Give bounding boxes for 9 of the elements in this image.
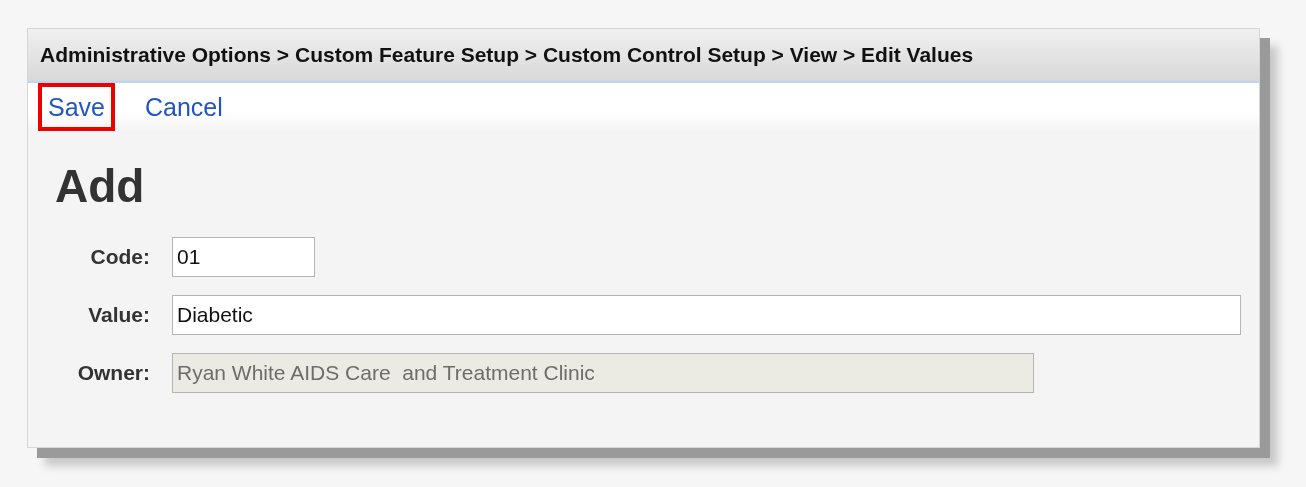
save-link[interactable]: Save — [38, 83, 115, 131]
input-field[interactable]: Diabetic — [172, 295, 1241, 335]
breadcrumb: Administrative Options > Custom Feature Setup > Custom Control Setup > View > Edit Values — [28, 29, 1259, 83]
page-heading: Add — [55, 163, 146, 209]
input-field[interactable]: 01 — [172, 237, 315, 277]
field-label: Value: — [87, 303, 150, 327]
field-label: Code: — [89, 245, 150, 269]
field-label: Owner: — [76, 361, 150, 385]
cancel-link[interactable]: Cancel — [135, 83, 233, 131]
